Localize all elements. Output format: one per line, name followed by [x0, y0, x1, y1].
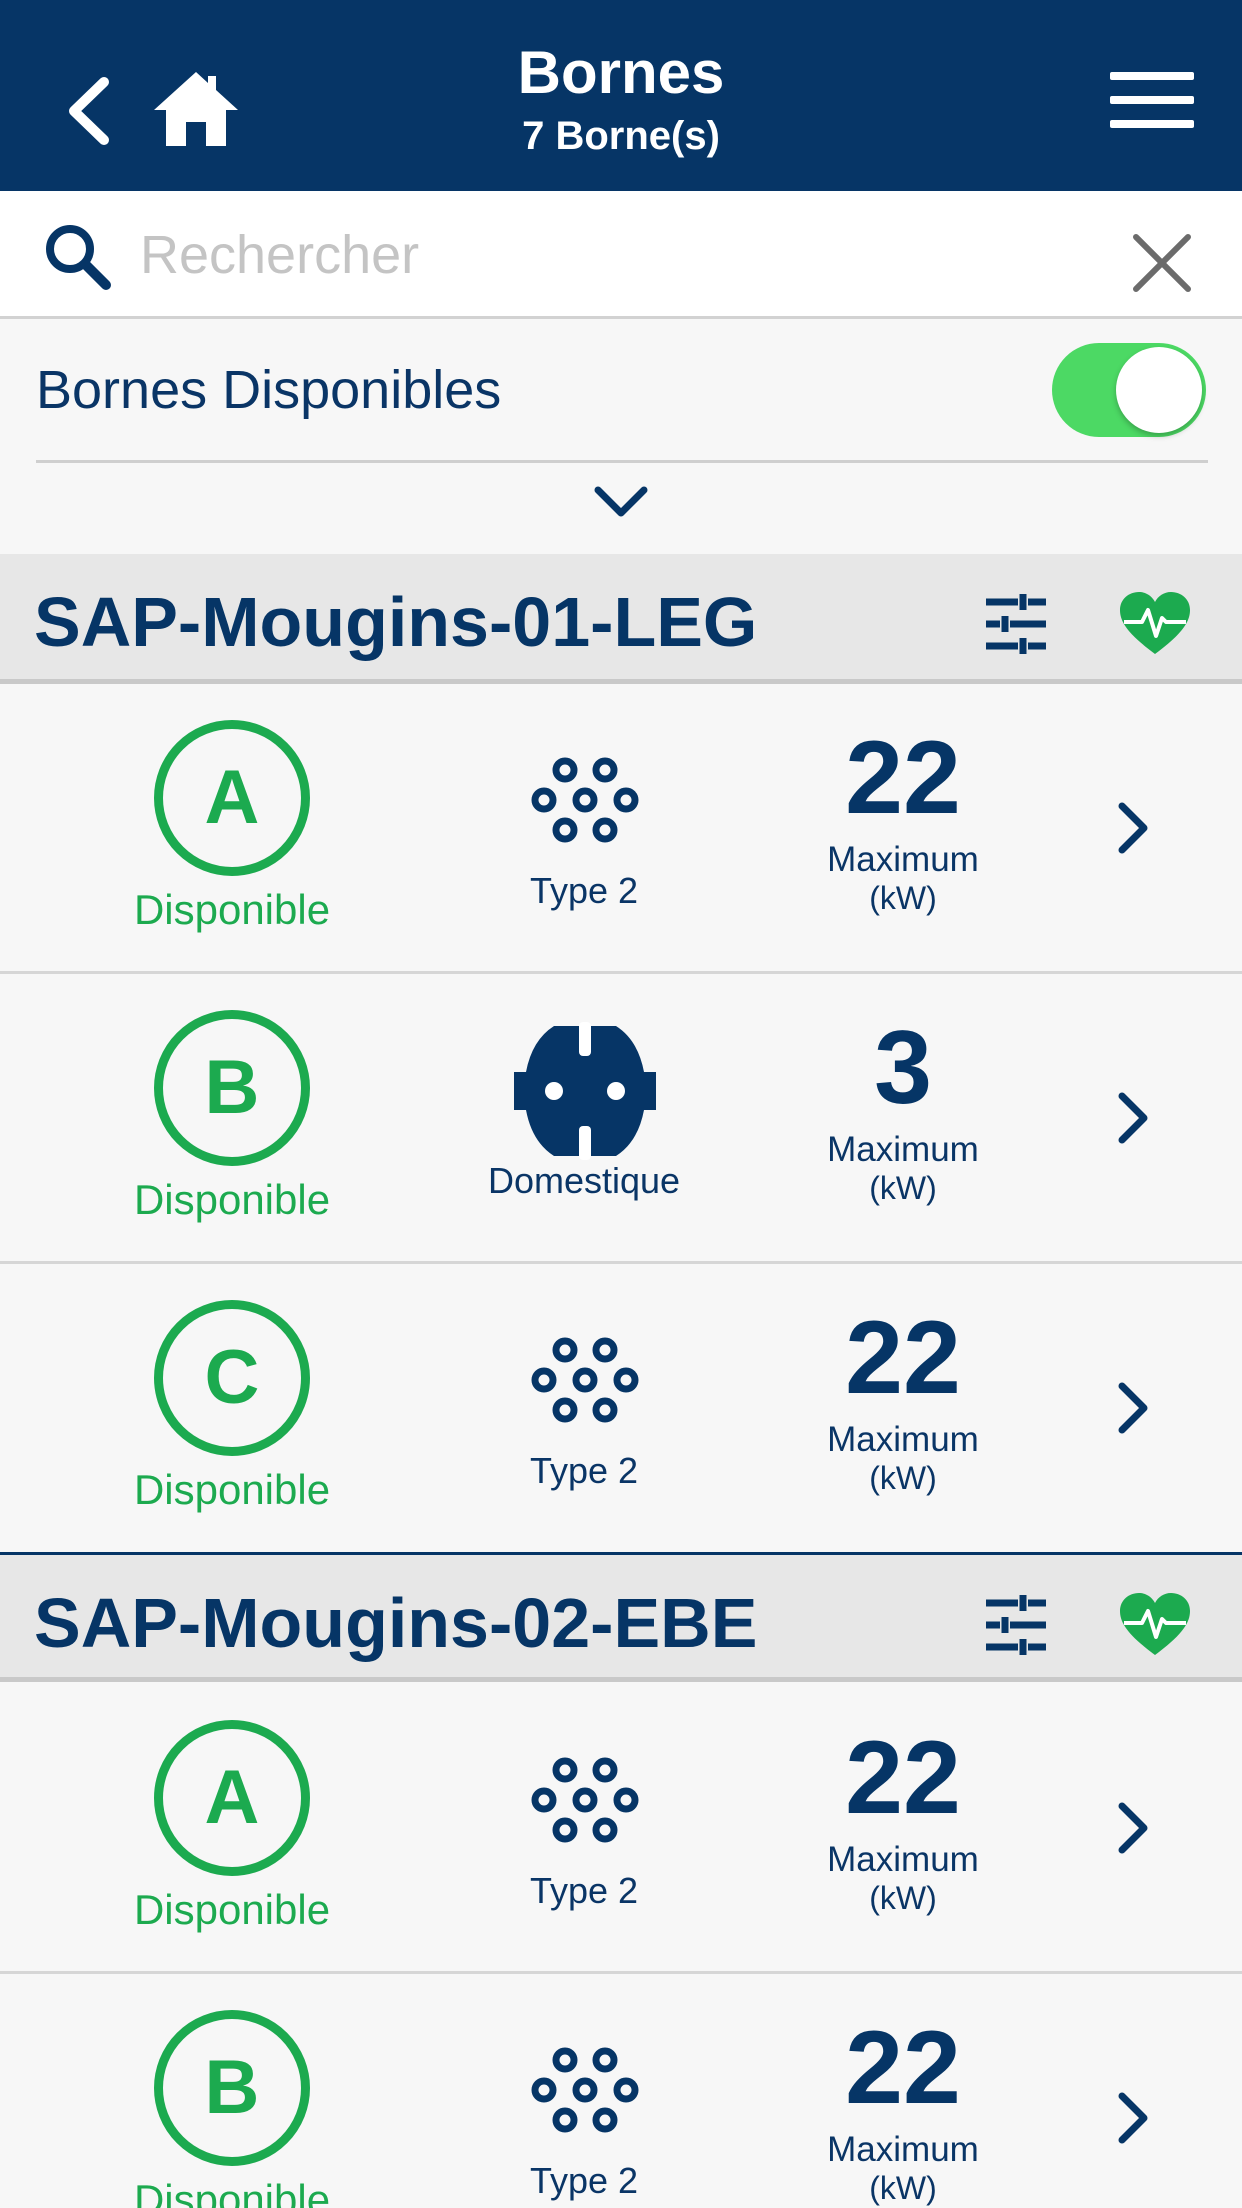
power-max-label: Maximum: [827, 1840, 979, 1879]
search-bar: [0, 191, 1242, 319]
type2-connector-icon: [531, 757, 639, 843]
heart-pulse-icon[interactable]: [1118, 1591, 1192, 1657]
close-icon[interactable]: [1128, 229, 1196, 297]
navbar: Bornes 7 Borne(s): [0, 0, 1242, 191]
chevron-right-icon[interactable]: [1112, 1088, 1152, 1148]
status-label: Disponible: [133, 1466, 331, 1513]
charge-point-row[interactable]: B Disponible Type 2 22 Maximum (kW): [0, 1974, 1242, 2208]
type2-connector-icon: [531, 1337, 639, 1423]
connector-letter-badge: A: [154, 720, 310, 876]
settings-sliders-icon[interactable]: [984, 1595, 1048, 1655]
power-value: 22: [845, 1300, 961, 1416]
power-value: 22: [845, 1720, 961, 1836]
page-title: Bornes: [517, 39, 725, 106]
power-max-label: Maximum: [827, 840, 979, 879]
connector-letter-badge: A: [154, 1720, 310, 1876]
status-label: Disponible: [133, 2176, 331, 2208]
power-value: 3: [874, 1010, 932, 1126]
search-input[interactable]: [140, 215, 1080, 295]
available-filter-row: Bornes Disponibles: [0, 319, 1242, 463]
power-max-label: Maximum: [827, 1420, 979, 1459]
status-label: Disponible: [133, 1886, 331, 1933]
station-name: SAP-Mougins-02-EBE: [34, 1584, 758, 1662]
chevron-right-icon[interactable]: [1112, 1798, 1152, 1858]
chevron-right-icon[interactable]: [1112, 2088, 1152, 2148]
status-label: Disponible: [133, 886, 331, 933]
chevron-down-icon[interactable]: [590, 480, 652, 524]
settings-sliders-icon[interactable]: [984, 594, 1048, 654]
available-filter-label: Bornes Disponibles: [36, 360, 502, 420]
power-unit-label: (kW): [869, 1170, 937, 1206]
toggle-knob: [1116, 347, 1202, 433]
divider: [36, 460, 1208, 463]
power-unit-label: (kW): [869, 1460, 937, 1496]
connector-type-label: Type 2: [529, 1870, 639, 1911]
power-unit-label: (kW): [869, 1880, 937, 1916]
power-value: 22: [845, 2010, 961, 2126]
power-unit-label: (kW): [869, 2170, 937, 2206]
available-toggle[interactable]: [1052, 343, 1206, 437]
status-label: Disponible: [133, 1176, 331, 1223]
type2-connector-icon: [531, 2047, 639, 2133]
connector-type-label: Type 2: [529, 2160, 639, 2201]
type2-connector-icon: [531, 1757, 639, 1843]
station-header[interactable]: SAP-Mougins-01-LEG: [0, 554, 1242, 684]
connector-letter-badge: B: [154, 1010, 310, 1166]
connector-type-label: Type 2: [529, 1450, 639, 1491]
hamburger-menu-icon[interactable]: [1110, 70, 1194, 130]
search-icon: [46, 225, 111, 290]
connector-type-label: Type 2: [529, 870, 639, 911]
power-max-label: Maximum: [827, 2130, 979, 2169]
chevron-right-icon[interactable]: [1112, 1378, 1152, 1438]
heart-pulse-icon[interactable]: [1118, 590, 1192, 656]
domestic-socket-icon: [514, 1022, 656, 1160]
charge-point-row[interactable]: B Disponible Domestique 3 Maximum (kW): [0, 974, 1242, 1264]
station-header[interactable]: SAP-Mougins-02-EBE: [0, 1552, 1242, 1682]
power-unit-label: (kW): [869, 880, 937, 916]
charge-point-row[interactable]: A Disponible Type 2 22 Maximum (kW): [0, 1684, 1242, 1974]
chevron-right-icon[interactable]: [1112, 798, 1152, 858]
connector-letter-badge: C: [154, 1300, 310, 1456]
charge-point-row[interactable]: C Disponible Type 2 22 Maximum (kW): [0, 1264, 1242, 1554]
charge-point-row[interactable]: A Disponible Type 2 22 Maximum (kW): [0, 684, 1242, 974]
page-subtitle: 7 Borne(s): [522, 114, 720, 158]
power-max-label: Maximum: [827, 1130, 979, 1169]
connector-letter-badge: B: [154, 2010, 310, 2166]
power-value: 22: [845, 720, 961, 836]
connector-type-label: Domestique: [487, 1160, 681, 1201]
station-name: SAP-Mougins-01-LEG: [34, 583, 758, 661]
